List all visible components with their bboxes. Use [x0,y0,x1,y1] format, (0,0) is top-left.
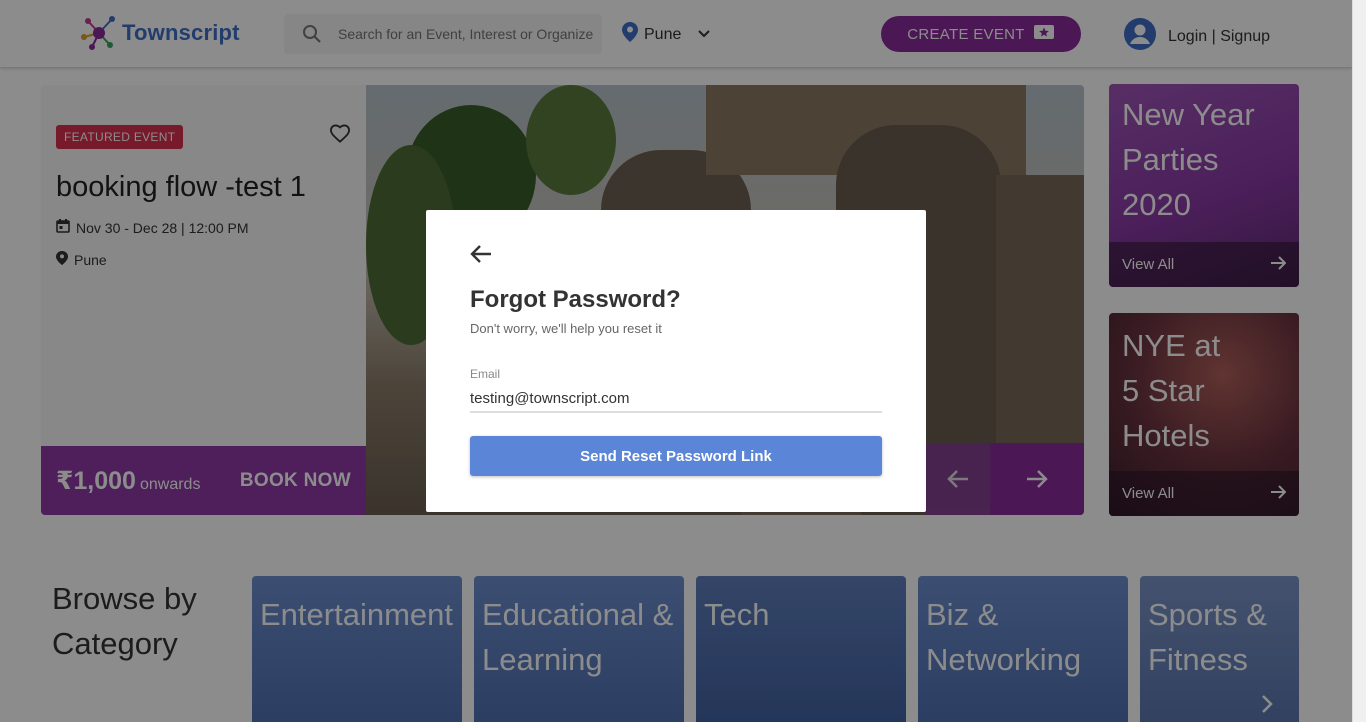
modal-title: Forgot Password? [470,286,681,313]
forgot-password-modal: Forgot Password? Don't worry, we'll help… [426,210,926,512]
scrollbar[interactable] [1352,0,1366,722]
page: Townscript Pune CREATE EVENT [0,0,1366,722]
back-arrow-icon[interactable] [470,244,492,269]
email-label: Email [470,367,501,381]
email-field[interactable] [470,386,882,413]
send-reset-link-button[interactable]: Send Reset Password Link [470,436,882,476]
modal-subtitle: Don't worry, we'll help you reset it [470,321,662,336]
